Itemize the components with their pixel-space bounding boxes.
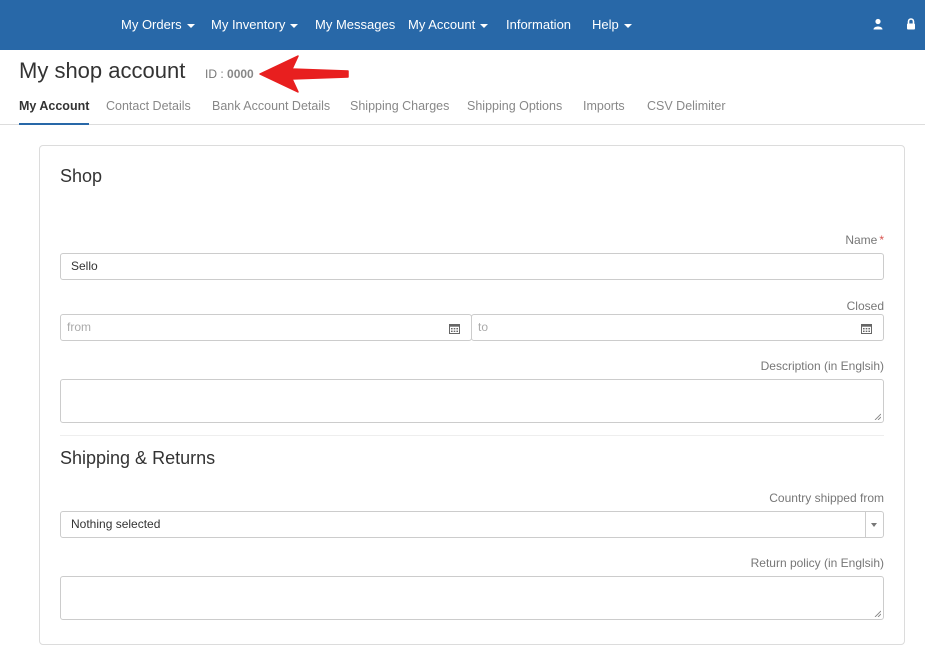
shop-id: ID : 0000 <box>205 67 254 81</box>
tab-shipping-options[interactable]: Shipping Options <box>467 96 562 124</box>
closed-label: Closed <box>846 299 884 313</box>
nav-my-messages[interactable]: My Messages <box>315 0 395 50</box>
page-title: My shop account <box>19 58 186 83</box>
country-shipped-from-label: Country shipped from <box>769 491 884 505</box>
nav-my-account-label: My Account <box>408 17 476 32</box>
tab-shipping-charges[interactable]: Shipping Charges <box>350 96 449 124</box>
caret-down-icon <box>186 23 195 28</box>
required-marker: * <box>879 233 884 247</box>
caret-down-icon <box>871 523 877 527</box>
country-selected-value: Nothing selected <box>71 517 161 531</box>
nav-my-account[interactable]: My Account <box>408 0 489 50</box>
nav-my-orders[interactable]: My Orders <box>121 0 195 50</box>
tab-imports[interactable]: Imports <box>583 96 625 124</box>
section-title-shipping-returns: Shipping & Returns <box>60 448 216 468</box>
closed-to-input[interactable]: to <box>471 314 884 341</box>
nav-my-inventory[interactable]: My Inventory <box>211 0 299 50</box>
nav-my-messages-label: My Messages <box>315 17 396 32</box>
user-icon[interactable] <box>871 17 885 31</box>
resize-grip-icon[interactable] <box>874 413 881 420</box>
nav-my-inventory-label: My Inventory <box>211 17 286 32</box>
red-arrow-icon <box>259 55 349 93</box>
description-textarea[interactable] <box>60 379 884 423</box>
section-title-shop: Shop <box>60 166 103 186</box>
caret-down-icon <box>623 23 632 28</box>
calendar-icon[interactable] <box>861 323 872 334</box>
closed-to-placeholder: to <box>478 320 489 334</box>
calendar-icon[interactable] <box>449 323 460 334</box>
account-tabs: My Account Contact Details Bank Account … <box>0 96 925 125</box>
shop-id-value: 0000 <box>227 67 254 81</box>
nav-help[interactable]: Help <box>592 0 632 50</box>
top-navbar: My Orders My Inventory My Messages My Ac… <box>0 0 925 50</box>
nav-help-label: Help <box>592 17 619 32</box>
select-toggle[interactable] <box>865 512 883 537</box>
section-divider <box>60 435 884 436</box>
nav-information-label: Information <box>506 17 572 32</box>
name-label: Name * <box>845 233 884 247</box>
return-policy-textarea[interactable] <box>60 576 884 620</box>
tab-my-account[interactable]: My Account <box>19 96 90 125</box>
country-shipped-from-select[interactable]: Nothing selected <box>60 511 884 538</box>
closed-from-input[interactable]: from <box>60 314 472 341</box>
return-policy-label: Return policy (in Englsih) <box>750 556 884 570</box>
caret-down-icon <box>290 23 299 28</box>
nav-my-orders-label: My Orders <box>121 17 182 32</box>
name-label-text: Name <box>845 233 878 247</box>
tab-csv-delimiter[interactable]: CSV Delimiter <box>647 96 726 124</box>
description-label: Description (in Englsih) <box>760 359 884 373</box>
nav-information[interactable]: Information <box>506 0 571 50</box>
closed-from-placeholder: from <box>67 320 91 334</box>
shop-id-label: ID : <box>205 67 224 81</box>
shop-name-input[interactable]: Sello <box>60 253 884 280</box>
caret-down-icon <box>480 23 489 28</box>
lock-icon[interactable] <box>904 17 918 31</box>
tab-bank-account-details[interactable]: Bank Account Details <box>212 96 330 124</box>
resize-grip-icon[interactable] <box>874 610 881 617</box>
tab-contact-details[interactable]: Contact Details <box>106 96 191 124</box>
